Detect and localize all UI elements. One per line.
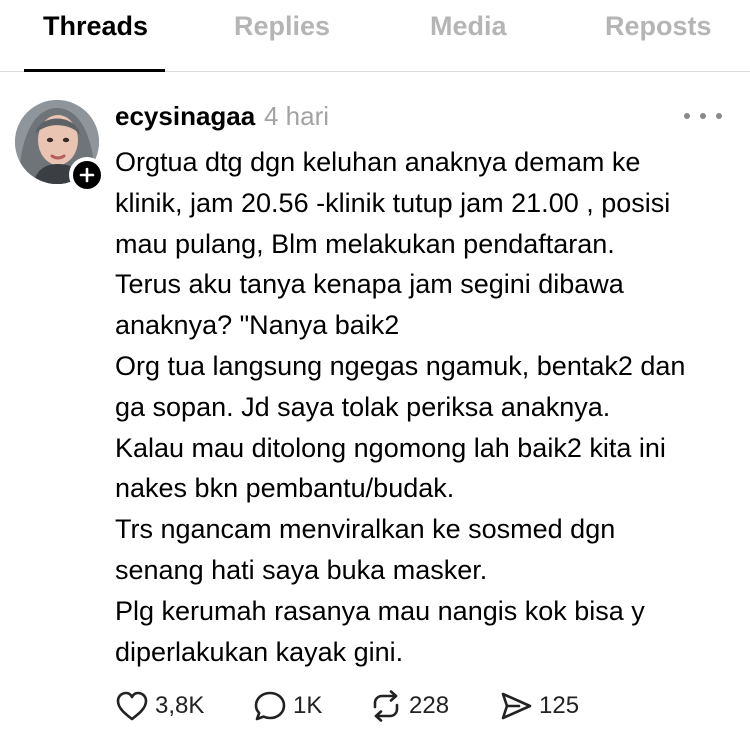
plus-icon (79, 167, 95, 183)
post-text-line: ga sopan. Jd saya tolak periksa anaknya. (115, 391, 611, 422)
post-text-line: Plg kerumah rasanya mau nangis kok bisa … (115, 595, 645, 626)
post-text-line: senang hati saya buka masker. (115, 554, 488, 585)
post-actions: 3,8K 1K 228 125 (115, 684, 675, 728)
post-time: 4 hari (264, 101, 330, 131)
post-text-line: Orgtua dtg dgn keluhan anaknya demam ke (115, 147, 641, 177)
repost-button[interactable]: 228 (369, 684, 449, 728)
share-button[interactable]: 125 (499, 684, 579, 728)
more-horizontal-icon (684, 113, 690, 119)
speech-bubble-icon (254, 691, 286, 721)
like-button[interactable]: 3,8K (115, 684, 204, 728)
username[interactable]: ecysinagaa (115, 99, 255, 133)
profile-tabs: Threads Replies Media Reposts (0, 0, 750, 72)
more-horizontal-icon (700, 113, 706, 119)
post-text-line: Org tua langsung ngegas ngamuk, bentak2 … (115, 350, 686, 381)
tab-threads[interactable]: Threads (43, 10, 148, 42)
post-text-line: klinik, jam 20.56 -klinik tutup jam 21.0… (115, 187, 671, 218)
post-text-line: diperlakukan kayak gini. (115, 636, 404, 667)
repost-count: 228 (409, 692, 450, 719)
post-text-line: Terus aku tanya kenapa jam segini dibawa (115, 269, 624, 300)
send-icon (501, 692, 532, 720)
post-text-line: nakes bkn pembantu/budak. (115, 473, 455, 504)
post-text-line: anaknya? "Nanya baik2 (115, 310, 400, 341)
like-count: 3,8K (155, 692, 205, 719)
post-text-line: mau pulang, Blm melakukan pendaftaran. (115, 228, 615, 259)
more-options-button[interactable] (684, 107, 722, 125)
tab-reposts[interactable]: Reposts (605, 10, 712, 42)
repost-arrows-icon (373, 690, 399, 722)
post-text-line: Kalau mau ditolong ngomong lah baik2 kit… (115, 432, 666, 463)
share-count: 125 (539, 692, 580, 719)
reply-count: 1K (293, 692, 323, 719)
thread-post: ecysinagaa 4 hari Orgtua dtg dgn keluhan… (0, 73, 750, 755)
post-text: Orgtua dtg dgn keluhan anaknya demam ke … (115, 142, 735, 672)
tab-media[interactable]: Media (430, 10, 507, 42)
active-tab-indicator (24, 69, 165, 72)
heart-icon (116, 691, 148, 721)
post-text-line: Trs ngancam menviralkan ke sosmed dgn (115, 514, 616, 545)
tab-replies[interactable]: Replies (234, 10, 330, 42)
reply-button[interactable]: 1K (253, 684, 322, 728)
more-horizontal-icon (716, 113, 722, 119)
follow-button[interactable] (69, 157, 105, 193)
